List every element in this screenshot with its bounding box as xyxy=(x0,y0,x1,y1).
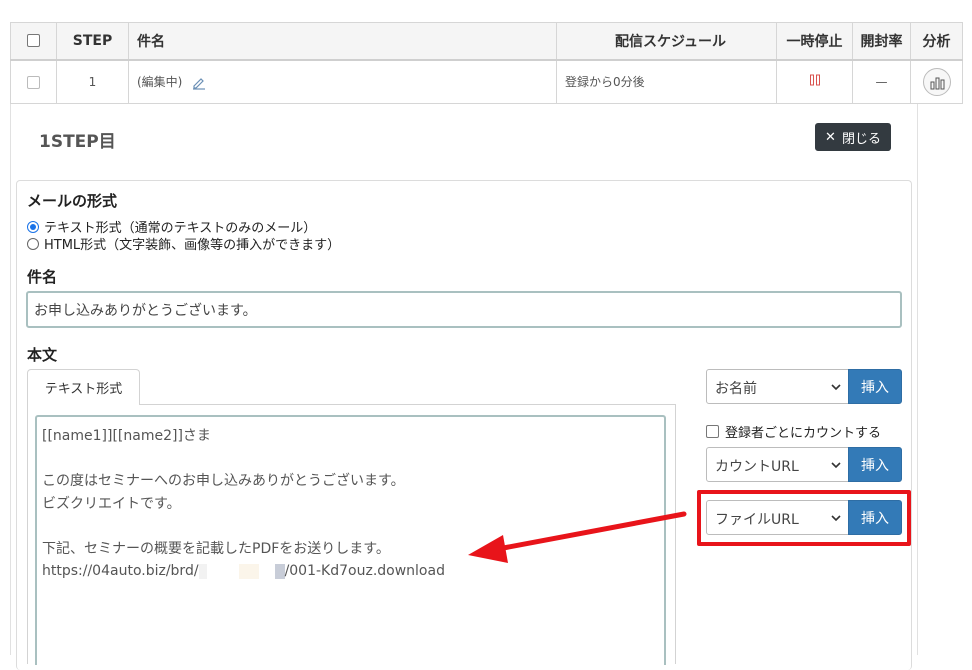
tab-text-format[interactable]: テキスト形式 xyxy=(27,369,140,405)
red-arrow-annotation xyxy=(468,511,687,563)
